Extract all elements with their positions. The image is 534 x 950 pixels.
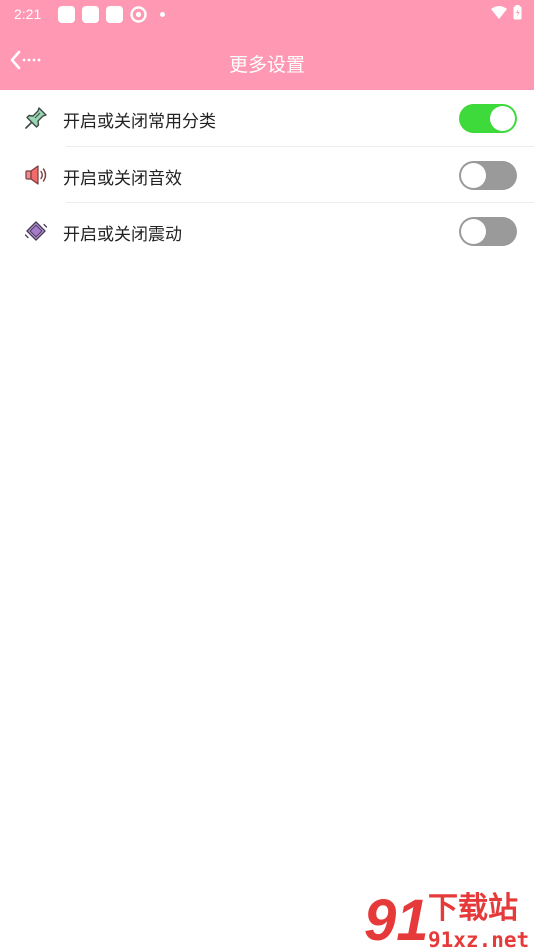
sync-icon bbox=[130, 6, 147, 23]
status-time: 2:21 bbox=[14, 6, 42, 22]
toggle-knob bbox=[490, 106, 515, 131]
setting-row-vibration: 开启或关闭震动 bbox=[0, 203, 534, 260]
watermark-url: 91xz.net bbox=[428, 928, 529, 950]
watermark: 91 下载站 91xz.net bbox=[362, 884, 534, 950]
notification-icons bbox=[58, 6, 165, 23]
setting-label: 开启或关闭音效 bbox=[63, 168, 182, 189]
system-icons bbox=[491, 5, 522, 20]
toggle-knob bbox=[461, 219, 486, 244]
page-title: 更多设置 bbox=[228, 54, 305, 76]
more-notifications-dot bbox=[160, 12, 165, 17]
battery-icon bbox=[513, 5, 522, 20]
title-bar: 更多设置 bbox=[0, 28, 534, 90]
wifi-icon bbox=[491, 5, 507, 19]
site-logo: 91 下载站 91xz.net bbox=[364, 888, 529, 950]
logo-number: 91 bbox=[364, 888, 429, 950]
notification-app-icon bbox=[106, 6, 123, 23]
notification-app-icon bbox=[58, 6, 75, 23]
common-categories-toggle[interactable] bbox=[459, 104, 517, 133]
status-bar: 2:21 bbox=[0, 0, 534, 28]
setting-row-common-categories: 开启或关闭常用分类 bbox=[0, 90, 534, 147]
vibrate-phone-icon bbox=[24, 219, 48, 243]
vibration-toggle[interactable] bbox=[459, 217, 517, 246]
speaker-icon bbox=[24, 163, 48, 187]
settings-list: 开启或关闭常用分类 开启或关闭音效 开启或关闭震动 bbox=[0, 90, 534, 260]
sound-effects-toggle[interactable] bbox=[459, 160, 517, 190]
notification-app-icon bbox=[82, 6, 99, 23]
setting-label: 开启或关闭常用分类 bbox=[63, 112, 216, 132]
toggle-knob bbox=[461, 162, 486, 188]
watermark-brand: 下载站 bbox=[428, 891, 518, 926]
pushpin-icon bbox=[24, 106, 48, 130]
setting-row-sound-effects: 开启或关闭音效 bbox=[0, 147, 534, 203]
setting-label: 开启或关闭震动 bbox=[63, 225, 182, 245]
